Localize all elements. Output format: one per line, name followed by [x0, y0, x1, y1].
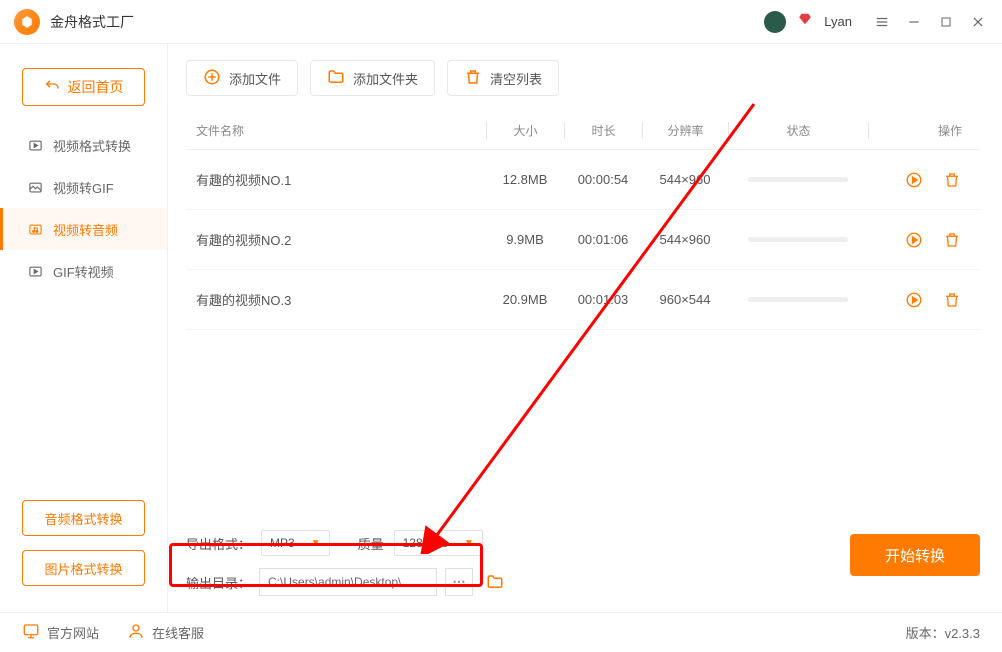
- play-icon[interactable]: [904, 230, 924, 250]
- cell-resolution: 544×960: [642, 172, 728, 187]
- quality-select[interactable]: 128kbps ▼: [394, 530, 483, 556]
- outdir-label: 输出目录：: [186, 573, 251, 592]
- cell-status: [728, 177, 868, 182]
- back-arrow-icon: [44, 78, 60, 97]
- cell-duration: 00:00:54: [564, 172, 642, 187]
- image-icon: [27, 179, 43, 195]
- plus-circle-icon: [203, 68, 221, 89]
- close-icon[interactable]: [968, 12, 988, 32]
- username: Lyan: [824, 14, 852, 29]
- cell-size: 20.9MB: [486, 292, 564, 307]
- chevron-down-icon: ▼: [311, 538, 321, 549]
- add-file-button[interactable]: 添加文件: [186, 60, 298, 96]
- cell-duration: 00:01:06: [564, 232, 642, 247]
- cell-status: [728, 297, 868, 302]
- cell-status: [728, 237, 868, 242]
- minimize-icon[interactable]: [904, 12, 924, 32]
- play-square-icon: [27, 263, 43, 279]
- image-category-button[interactable]: 图片格式转换: [22, 550, 145, 586]
- quality-value: 128kbps: [403, 536, 448, 550]
- col-duration: 时长: [564, 122, 642, 139]
- monitor-icon: [22, 622, 40, 643]
- table-row[interactable]: 有趣的视频NO.2 9.9MB 00:01:06 544×960: [186, 210, 980, 270]
- table-header: 文件名称 大小 时长 分辨率 状态 操作: [186, 112, 980, 150]
- audio-category-button[interactable]: 音频格式转换: [22, 500, 145, 536]
- format-value: MP3: [270, 536, 295, 550]
- col-filename: 文件名称: [196, 122, 486, 139]
- outdir-input[interactable]: [259, 568, 437, 596]
- app-title: 金舟格式工厂: [50, 12, 134, 32]
- delete-icon[interactable]: [942, 230, 962, 250]
- version-text: 版本：v2.3.3: [906, 623, 980, 642]
- support-label: 在线客服: [152, 623, 204, 642]
- folder-icon: [327, 68, 345, 89]
- nav-gif-video[interactable]: GIF转视频: [0, 250, 167, 292]
- clear-list-button[interactable]: 清空列表: [447, 60, 559, 96]
- clear-list-label: 清空列表: [490, 69, 542, 88]
- nav-label: GIF转视频: [53, 262, 114, 281]
- format-select[interactable]: MP3 ▼: [261, 530, 330, 556]
- maximize-icon[interactable]: [936, 12, 956, 32]
- nav-label: 视频转音频: [53, 220, 118, 239]
- user-avatar[interactable]: [764, 11, 786, 33]
- nav-label: 视频转GIF: [53, 178, 114, 197]
- play-square-icon: [27, 137, 43, 153]
- nav-video-gif[interactable]: 视频转GIF: [0, 166, 167, 208]
- add-folder-label: 添加文件夹: [353, 69, 418, 88]
- play-icon[interactable]: [904, 170, 924, 190]
- delete-icon[interactable]: [942, 170, 962, 190]
- site-label: 官方网站: [47, 623, 99, 642]
- quality-label: 质量: [358, 534, 384, 553]
- format-label: 导出格式：: [186, 534, 251, 553]
- add-file-label: 添加文件: [229, 69, 281, 88]
- cell-resolution: 544×960: [642, 232, 728, 247]
- table-row[interactable]: 有趣的视频NO.1 12.8MB 00:00:54 544×960: [186, 150, 980, 210]
- nav-label: 视频格式转换: [53, 136, 131, 155]
- col-size: 大小: [486, 122, 564, 139]
- cell-resolution: 960×544: [642, 292, 728, 307]
- trash-icon: [464, 68, 482, 89]
- cell-duration: 00:01:03: [564, 292, 642, 307]
- back-label: 返回首页: [68, 77, 124, 97]
- cell-size: 9.9MB: [486, 232, 564, 247]
- browse-button[interactable]: ⋯: [445, 568, 473, 596]
- chevron-down-icon: ▼: [464, 538, 474, 549]
- nav-video-convert[interactable]: 视频格式转换: [0, 124, 167, 166]
- cell-name: 有趣的视频NO.1: [196, 170, 486, 189]
- open-folder-button[interactable]: [481, 568, 509, 596]
- back-button[interactable]: 返回首页: [22, 68, 145, 106]
- col-resolution: 分辨率: [642, 122, 728, 139]
- cell-name: 有趣的视频NO.2: [196, 230, 486, 249]
- table-row[interactable]: 有趣的视频NO.3 20.9MB 00:01:03 960×544: [186, 270, 980, 330]
- col-action: 操作: [868, 122, 970, 139]
- play-icon[interactable]: [904, 290, 924, 310]
- col-status: 状态: [728, 122, 868, 139]
- start-convert-button[interactable]: 开始转换: [850, 534, 980, 576]
- nav-video-audio[interactable]: 视频转音频: [0, 208, 167, 250]
- diamond-icon: [798, 12, 812, 31]
- official-site-link[interactable]: 官方网站: [22, 622, 99, 643]
- cell-size: 12.8MB: [486, 172, 564, 187]
- menu-icon[interactable]: [872, 12, 892, 32]
- add-folder-button[interactable]: 添加文件夹: [310, 60, 435, 96]
- delete-icon[interactable]: [942, 290, 962, 310]
- headset-icon: [127, 622, 145, 643]
- support-link[interactable]: 在线客服: [127, 622, 204, 643]
- app-logo: [14, 9, 40, 35]
- music-icon: [27, 221, 43, 237]
- cell-name: 有趣的视频NO.3: [196, 290, 486, 309]
